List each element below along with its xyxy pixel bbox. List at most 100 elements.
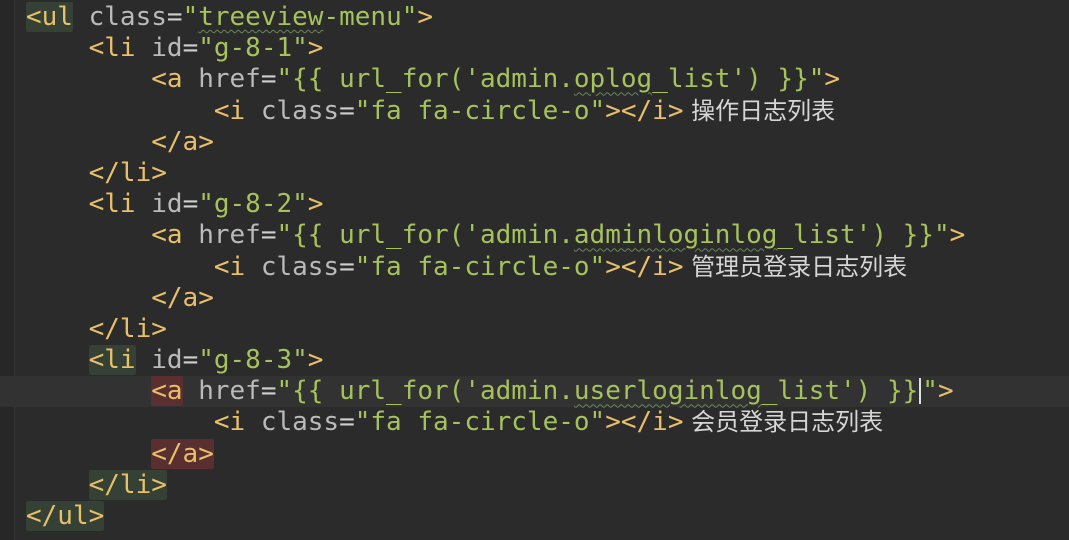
html-tag-close: >: [949, 220, 966, 251]
attribute-value-suffix: _list') }}: [761, 376, 919, 407]
attribute-name: href: [198, 64, 261, 95]
equals-sign: =: [339, 251, 355, 282]
html-tag: </li>: [88, 469, 167, 500]
menu-label-text: 管理员登录日志列表: [683, 252, 908, 281]
equals-sign: =: [260, 220, 277, 251]
code-line[interactable]: <ul class="treeview-menu">: [26, 2, 1069, 33]
equals-sign: =: [260, 64, 277, 95]
text-caret: [919, 378, 922, 405]
attribute-value-prefix: "{{ url_for('admin.: [276, 64, 574, 95]
code-line[interactable]: </a>: [26, 283, 1069, 314]
code-line[interactable]: <a href="{{ url_for('admin.adminloginlog…: [26, 220, 1069, 251]
attribute-value: "g-8-1": [198, 33, 308, 64]
attribute-name: href: [198, 376, 261, 407]
attribute-value-end: ": [922, 376, 938, 407]
html-tag-open: <a: [151, 376, 183, 407]
code-line[interactable]: </li>: [26, 314, 1069, 345]
html-tag-open: <a: [151, 220, 183, 251]
attribute-value: "fa fa-circle-o": [354, 407, 606, 438]
code-line[interactable]: <li id="g-8-2">: [26, 189, 1069, 220]
html-tag-close: >: [307, 345, 324, 376]
code-line[interactable]: <a href="{{ url_for('admin.oplog_list') …: [26, 64, 1069, 95]
html-tag-open: <li: [88, 33, 136, 64]
html-tag: </li>: [88, 157, 167, 188]
html-tag-close: ></i>: [605, 407, 684, 438]
code-line[interactable]: <i class="fa fa-circle-o"></i> 管理员登录日志列表: [26, 252, 1069, 283]
html-tag-close: ></i>: [605, 95, 684, 126]
html-tag-open: <li: [88, 189, 136, 220]
html-tag-open: <i: [213, 95, 246, 126]
html-tag: </a>: [151, 438, 214, 469]
attribute-name: href: [198, 220, 261, 251]
html-tag-open: <a: [151, 64, 183, 95]
html-tag-open: <li: [88, 345, 136, 376]
equals-sign: =: [182, 189, 199, 220]
attribute-value: "g-8-3": [198, 345, 308, 376]
menu-label-text: 会员登录日志列表: [683, 408, 884, 437]
html-tag-open: <i: [213, 251, 246, 282]
attribute-value: "fa fa-circle-o": [354, 95, 606, 126]
code-line[interactable]: </ul>: [26, 501, 1069, 532]
html-tag: </a>: [151, 282, 214, 313]
attribute-value-prefix: ": [182, 2, 199, 32]
attribute-name: id: [151, 189, 183, 220]
attribute-name: class: [88, 2, 167, 32]
html-tag-close: >: [307, 189, 324, 220]
attribute-value-suffix: _list') }}": [777, 220, 950, 251]
attribute-value-prefix: "{{ url_for('admin.: [276, 376, 574, 407]
code-line[interactable]: <i class="fa fa-circle-o"></i> 操作日志列表: [26, 96, 1069, 127]
code-line[interactable]: </a>: [26, 438, 1069, 470]
html-tag-open: <i: [213, 407, 246, 438]
code-line[interactable]: <i class="fa fa-circle-o"></i> 会员登录日志列表: [26, 407, 1069, 438]
html-tag: </a>: [151, 126, 214, 157]
code-line[interactable]: </li>: [26, 158, 1069, 189]
attribute-name: class: [260, 251, 340, 282]
attribute-name: class: [260, 407, 340, 438]
code-area[interactable]: <ul class="treeview-menu"> <li id="g-8-1…: [0, 2, 1069, 532]
attribute-value-suffix: _list') }}": [652, 64, 825, 95]
equals-sign: =: [260, 376, 277, 407]
html-tag-close: >: [307, 33, 324, 64]
attribute-value-typo: adminloginlog: [573, 220, 778, 251]
editor-gutter: [0, 0, 15, 540]
attribute-name: id: [151, 345, 183, 376]
code-line[interactable]: </a>: [26, 127, 1069, 158]
code-line[interactable]: <a href="{{ url_for('admin.userloginlog_…: [0, 376, 1069, 408]
code-editor[interactable]: <ul class="treeview-menu"> <li id="g-8-1…: [0, 0, 1069, 540]
html-tag-close: >: [937, 376, 954, 407]
code-line[interactable]: <li id="g-8-1">: [26, 33, 1069, 64]
html-tag: </ul>: [26, 501, 105, 531]
attribute-name: class: [260, 95, 340, 126]
attribute-value-typo: userloginlog: [573, 376, 762, 407]
code-line[interactable]: </li>: [26, 469, 1069, 501]
equals-sign: =: [339, 407, 355, 438]
equals-sign: =: [182, 345, 199, 376]
equals-sign: =: [182, 33, 199, 64]
attribute-value: "g-8-2": [198, 189, 308, 220]
html-tag-close: >: [417, 2, 434, 32]
attribute-value-prefix: "{{ url_for('admin.: [276, 220, 574, 251]
code-line[interactable]: <li id="g-8-3">: [26, 345, 1069, 376]
attribute-value-typo: treeview: [198, 2, 324, 32]
html-tag: </li>: [88, 313, 167, 344]
html-tag-close: >: [824, 64, 841, 95]
attribute-name: id: [151, 33, 183, 64]
attribute-value: "fa fa-circle-o": [354, 251, 606, 282]
html-tag-open: <ul: [26, 2, 73, 32]
attribute-value-typo: oplog: [573, 64, 653, 95]
attribute-value-suffix: -menu": [323, 2, 418, 32]
equals-sign: =: [339, 95, 355, 126]
